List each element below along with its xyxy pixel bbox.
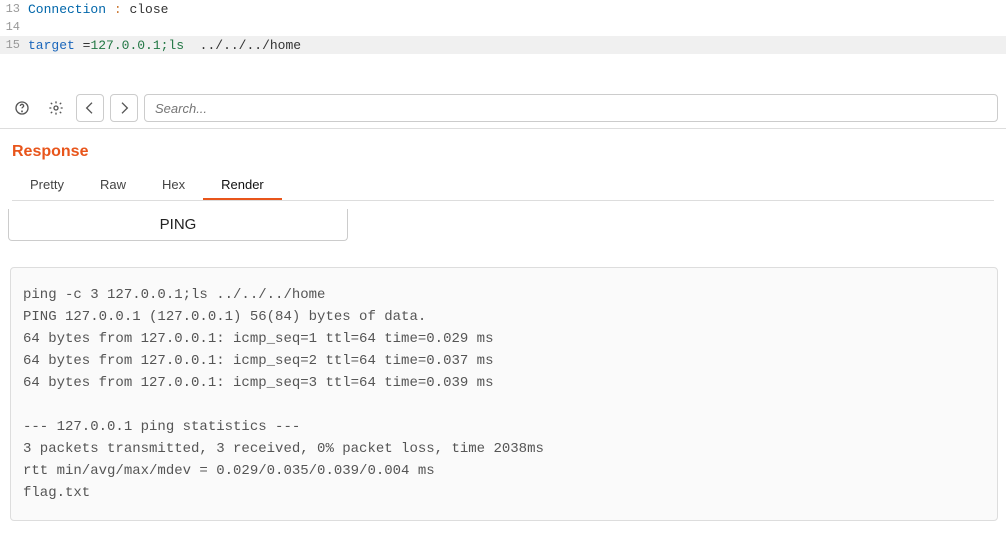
tab-render[interactable]: Render bbox=[203, 171, 282, 200]
gear-icon[interactable] bbox=[42, 94, 70, 122]
line-number: 14 bbox=[0, 20, 24, 34]
code-line[interactable]: 14 bbox=[0, 18, 1006, 36]
tab-hex[interactable]: Hex bbox=[144, 171, 203, 200]
line-number: 15 bbox=[0, 38, 24, 52]
code-line[interactable]: 15target =127.0.0.1;ls ../../../home bbox=[0, 36, 1006, 54]
tab-pretty[interactable]: Pretty bbox=[12, 171, 82, 200]
request-editor[interactable]: 13Connection : close1415target =127.0.0.… bbox=[0, 0, 1006, 54]
forward-button[interactable] bbox=[110, 94, 138, 122]
back-button[interactable] bbox=[76, 94, 104, 122]
ping-label: PING bbox=[160, 216, 197, 233]
toolbar bbox=[0, 88, 1006, 129]
ping-label-box: PING bbox=[8, 209, 348, 241]
response-tabs: PrettyRawHexRender bbox=[12, 171, 994, 201]
line-content[interactable]: Connection : close bbox=[24, 2, 168, 17]
search-input[interactable] bbox=[144, 94, 998, 122]
tab-raw[interactable]: Raw bbox=[82, 171, 144, 200]
line-number: 13 bbox=[0, 2, 24, 16]
response-output[interactable]: ping -c 3 127.0.0.1;ls ../../../home PIN… bbox=[10, 267, 998, 521]
line-content[interactable]: target =127.0.0.1;ls ../../../home bbox=[24, 38, 301, 53]
response-section: Response PrettyRawHexRender bbox=[0, 129, 1006, 209]
response-title: Response bbox=[12, 143, 994, 161]
code-line[interactable]: 13Connection : close bbox=[0, 0, 1006, 18]
help-icon[interactable] bbox=[8, 94, 36, 122]
